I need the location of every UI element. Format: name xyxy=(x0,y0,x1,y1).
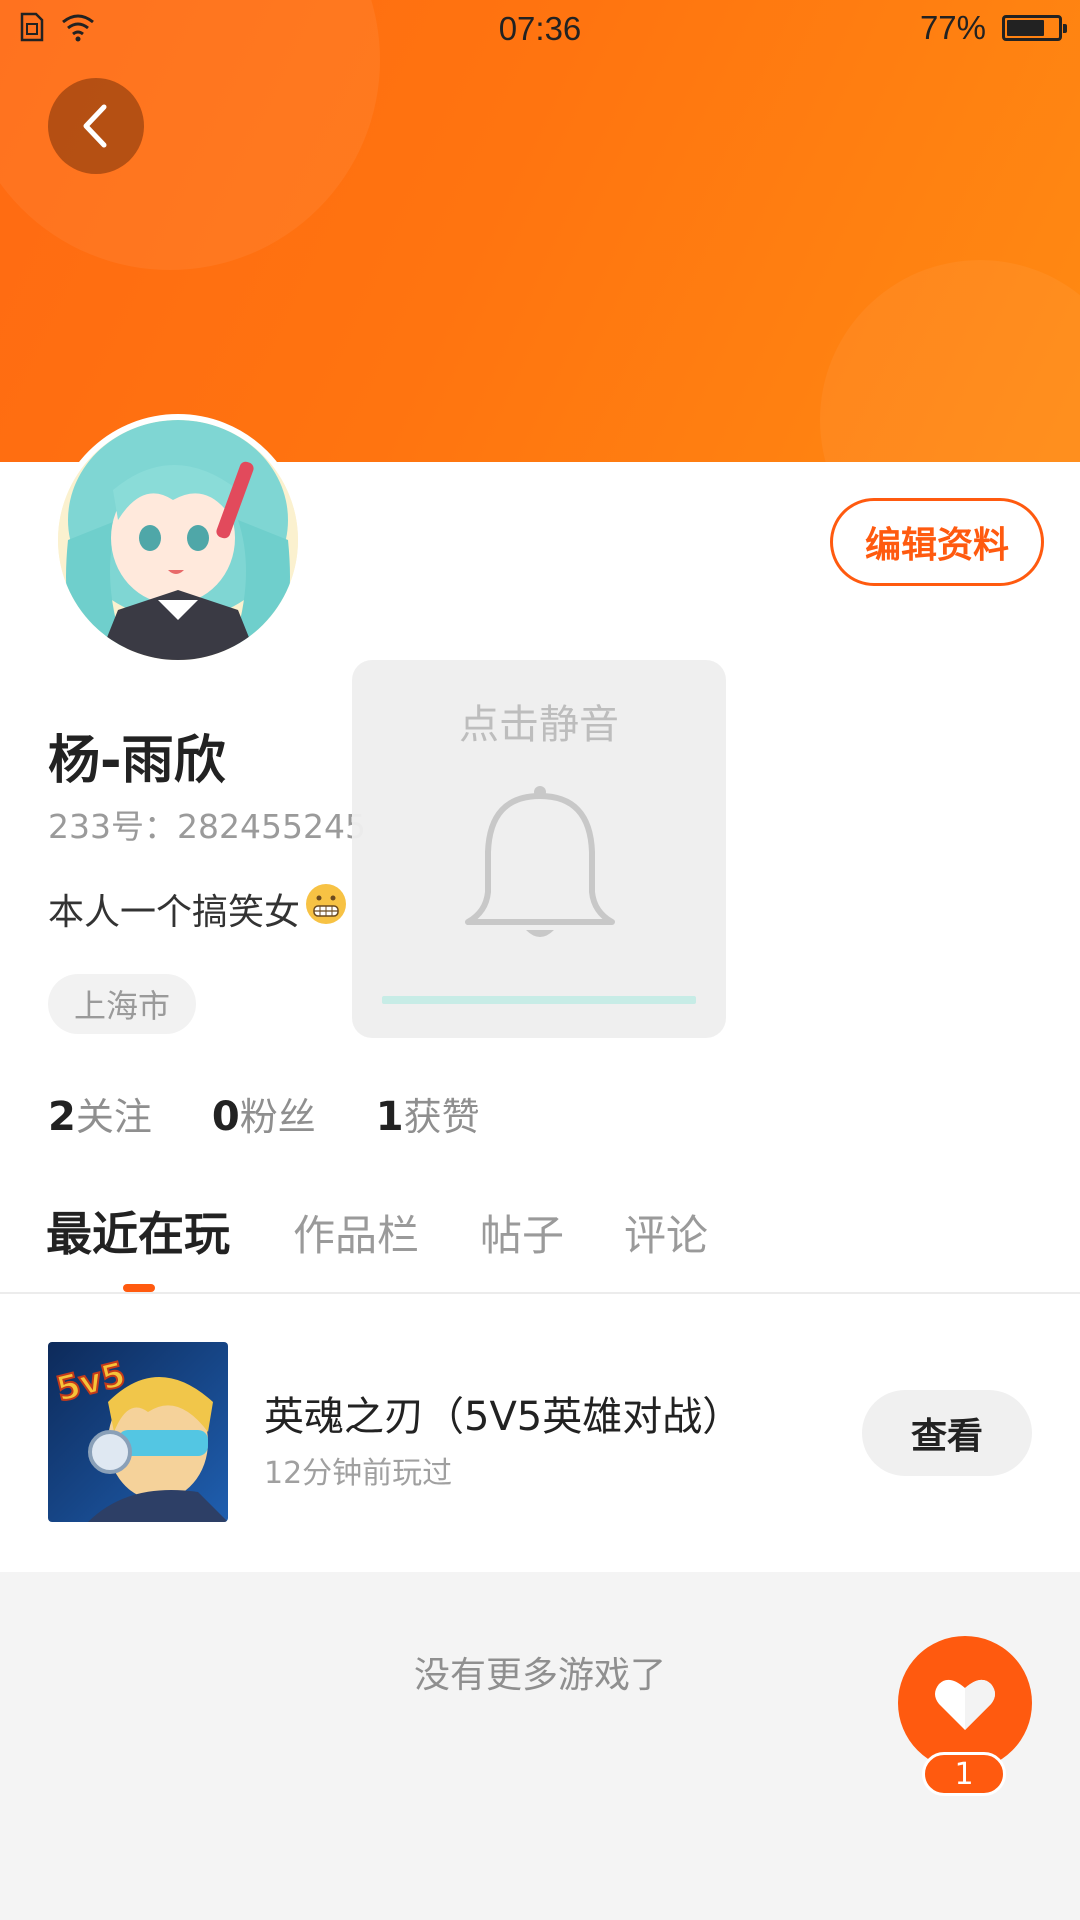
view-game-button[interactable]: 查看 xyxy=(862,1390,1032,1476)
heart-icon xyxy=(935,1679,995,1730)
stat-likes[interactable]: 1 获赞 xyxy=(376,1086,480,1141)
banner-decoration xyxy=(820,260,1080,462)
active-tab-indicator xyxy=(123,1284,155,1292)
stat-label: 粉丝 xyxy=(239,1095,316,1139)
bell-icon xyxy=(460,782,620,956)
tab-posts[interactable]: 帖子 xyxy=(480,1202,564,1263)
back-button[interactable] xyxy=(48,78,144,174)
location-tag: 上海市 xyxy=(48,974,197,1034)
profile-uid: 233号：282455245 xyxy=(48,807,366,846)
chevron-left-icon xyxy=(83,104,107,148)
game-last-played: 12分钟前玩过 xyxy=(264,1456,453,1491)
grin-emoji-icon xyxy=(304,882,348,935)
profile-page: 07:36 77% 编辑资料 杨-雨欣 233号：282455245 本人一个搞… xyxy=(0,0,1080,1920)
profile-bio: 本人一个搞笑女 xyxy=(48,882,348,935)
bio-text: 本人一个搞笑女 xyxy=(48,891,301,933)
battery-percent: 77% xyxy=(919,9,986,46)
profile-banner xyxy=(0,0,1080,462)
profile-tabs: 最近在玩 作品栏 帖子 评论 xyxy=(0,1194,1080,1294)
stat-label: 获赞 xyxy=(403,1095,480,1139)
status-time: 07:36 xyxy=(498,10,582,47)
mute-toast[interactable]: 点击静音 xyxy=(352,660,726,1038)
tab-recently-played[interactable]: 最近在玩 xyxy=(46,1198,230,1264)
like-button[interactable] xyxy=(898,1636,1032,1770)
stat-count: 1 xyxy=(375,1094,404,1140)
like-count-badge: 1 xyxy=(922,1752,1006,1796)
profile-name: 杨-雨欣 xyxy=(48,731,226,791)
volume-progress xyxy=(382,996,696,1004)
battery-icon xyxy=(1002,15,1067,41)
game-icon: 5v5 xyxy=(48,1342,228,1522)
tab-works[interactable]: 作品栏 xyxy=(293,1202,419,1263)
game-list-item[interactable]: 5v5 英魂之刃（5V5英雄对战） 12分钟前玩过 查看 xyxy=(0,1296,1080,1572)
avatar[interactable] xyxy=(52,414,304,666)
tab-comments[interactable]: 评论 xyxy=(624,1202,708,1263)
stat-count: 0 xyxy=(211,1094,240,1140)
battery-fill xyxy=(1007,20,1045,36)
stat-count: 2 xyxy=(48,1094,76,1140)
stat-followers[interactable]: 0 粉丝 xyxy=(212,1086,316,1141)
mute-toast-label: 点击静音 xyxy=(459,702,619,748)
stat-label: 关注 xyxy=(75,1095,152,1139)
stat-following[interactable]: 2 关注 xyxy=(48,1086,152,1141)
edit-profile-button[interactable]: 编辑资料 xyxy=(830,498,1044,586)
profile-stats: 2 关注 0 粉丝 1 获赞 xyxy=(48,1086,540,1141)
game-title: 英魂之刃（5V5英雄对战） xyxy=(264,1394,743,1440)
status-bar: 07:36 77% xyxy=(0,0,1080,56)
